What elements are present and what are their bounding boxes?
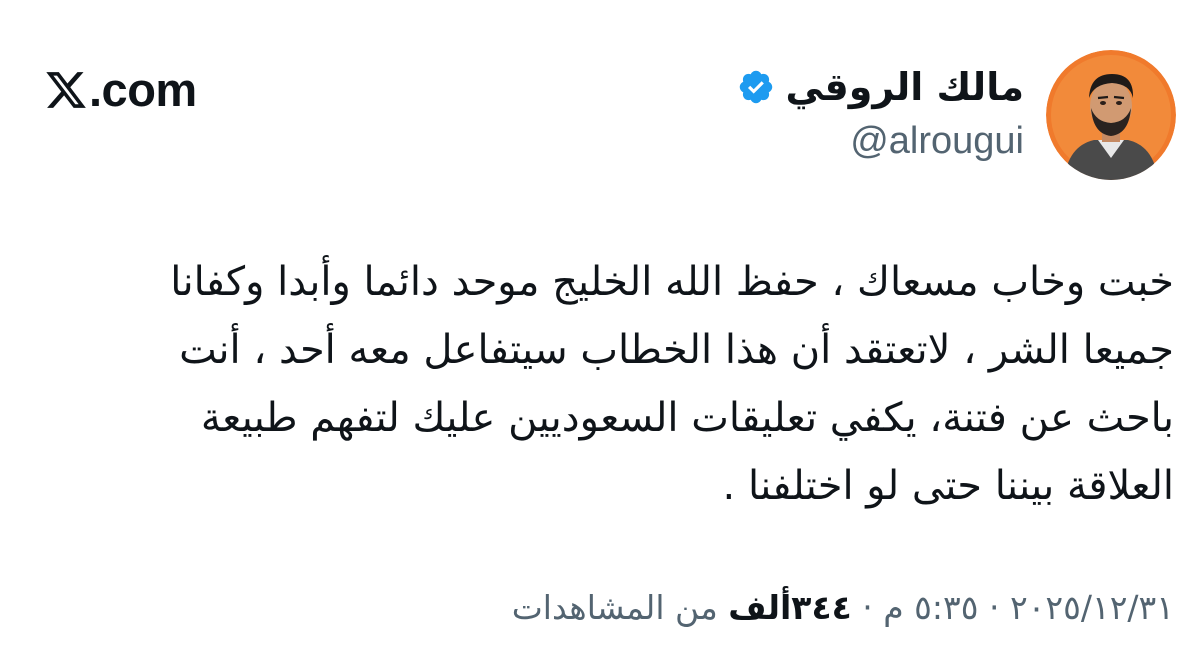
tweet-line: جميعا الشر ، لاتعتقد أن هذا الخطاب سيتفا… (179, 327, 1174, 373)
views-label: من المشاهدات (511, 588, 718, 627)
meta-separator: · (988, 588, 1000, 627)
views-count: ٣٤٤ألف (728, 588, 852, 627)
author-block[interactable]: مالك الروقي @alrougui (737, 50, 1176, 180)
tweet-meta: ٢٠٢٥/١٢/٣١ · ٥:٣٥ م · ٣٤٤ألف من المشاهدا… (512, 588, 1174, 627)
tweet-text: خبت وخاب مسعاك ، حفظ الله الخليج موحد دا… (14, 248, 1174, 520)
meta-separator: · (862, 588, 873, 627)
tweet-line: خبت وخاب مسعاك ، حفظ الله الخليج موحد دا… (170, 259, 1174, 305)
author-handle[interactable]: @alrougui (850, 115, 1024, 167)
site-domain-text: .com (89, 63, 197, 116)
tweet-line: العلاقة بيننا حتى لو اختلفنا . (722, 463, 1174, 509)
x-logo-icon (46, 71, 86, 108)
verified-badge-icon (740, 70, 773, 104)
name-row: مالك الروقي (737, 63, 1024, 111)
author-names: مالك الروقي @alrougui (737, 63, 1024, 167)
tweet-date[interactable]: ٢٠٢٥/١٢/٣١ (1010, 588, 1174, 627)
site-label: .com (44, 62, 197, 117)
avatar[interactable] (1046, 50, 1176, 180)
tweet-time[interactable]: ٥:٣٥ م (883, 588, 978, 627)
author-display-name[interactable]: مالك الروقي (785, 63, 1024, 111)
tweet-line: باحث عن فتنة، يكفي تعليقات السعوديين علي… (200, 395, 1174, 441)
